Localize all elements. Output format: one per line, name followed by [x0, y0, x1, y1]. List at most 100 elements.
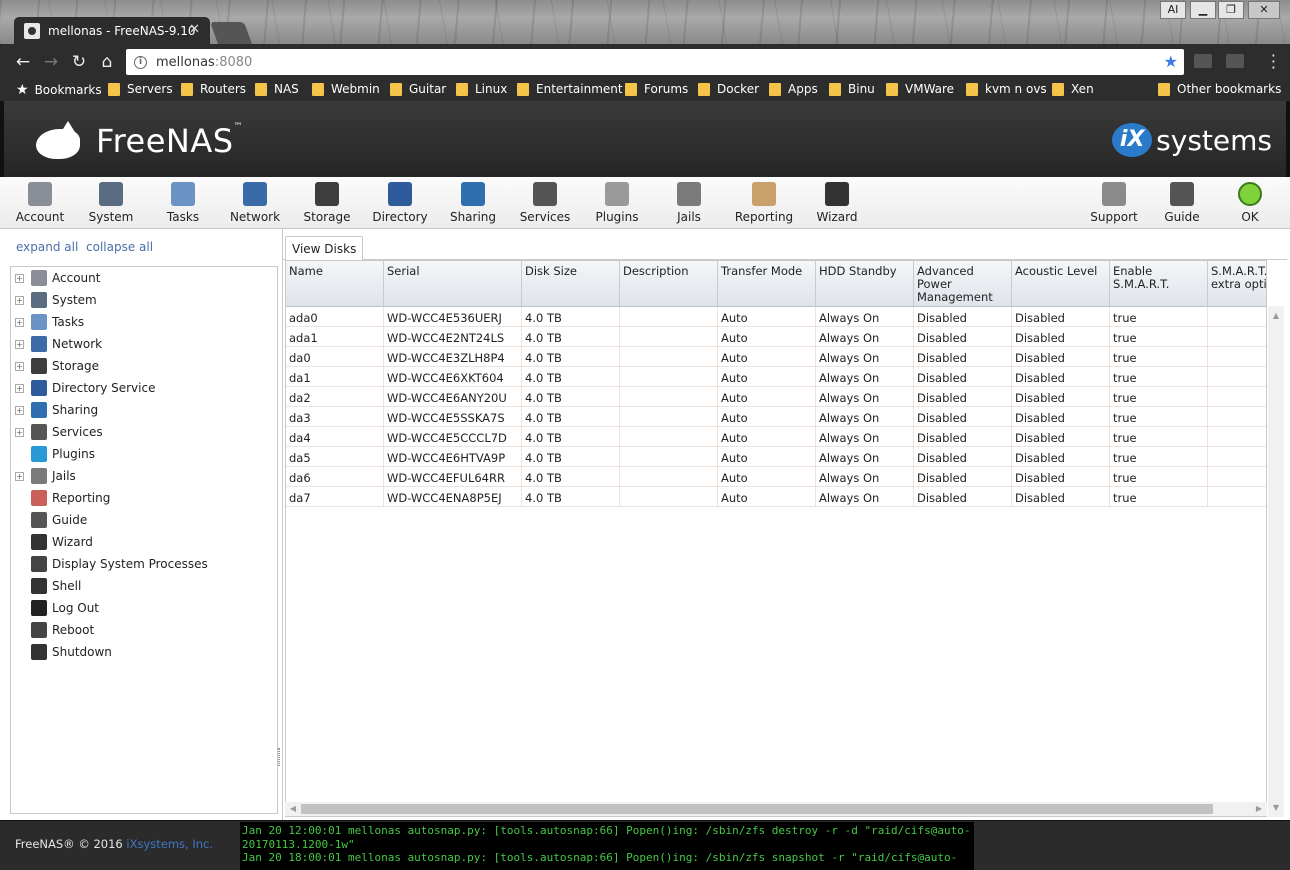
expand-plus-icon[interactable]: + — [15, 361, 24, 371]
nav-storage[interactable]: Storage — [287, 182, 367, 224]
expand-plus-icon[interactable]: + — [15, 405, 24, 415]
tree-item-guide[interactable]: Guide — [11, 510, 87, 530]
maximize-button[interactable]: ❐ — [1218, 1, 1244, 19]
tree-item-account[interactable]: + Account — [11, 268, 100, 288]
tree-item-shell[interactable]: Shell — [11, 576, 81, 596]
forward-arrow-icon[interactable]: → — [40, 52, 62, 72]
column-header[interactable]: Advanced Power Management — [914, 261, 1012, 307]
scroll-left-arrow-icon[interactable]: ◀ — [286, 802, 300, 816]
bookmark-folder[interactable]: Xen — [1052, 82, 1094, 96]
scroll-up-arrow-icon[interactable]: ▲ — [1268, 309, 1284, 323]
column-header[interactable]: Transfer Mode — [718, 261, 816, 307]
horizontal-scrollbar[interactable]: ◀ ▶ — [285, 802, 1267, 816]
table-row[interactable]: da7 WD-WCC4ENA8P5EJ 4.0 TB Auto Always On Dis… — [286, 487, 1266, 507]
tab-view-disks[interactable]: View Disks — [285, 236, 364, 261]
column-header[interactable]: Name — [286, 261, 384, 307]
table-row[interactable]: ada1 WD-WCC4E2NT24LS 4.0 TB Auto Always On Di… — [286, 327, 1266, 347]
column-header[interactable]: Disk Size — [522, 261, 620, 307]
bookmark-folder[interactable]: Entertainment — [517, 82, 623, 96]
vertical-scrollbar[interactable]: ▲ ▼ — [1268, 306, 1284, 817]
tree-item-wizard[interactable]: Wizard — [11, 532, 93, 552]
column-header[interactable]: HDD Standby — [816, 261, 914, 307]
expand-plus-icon[interactable]: + — [15, 295, 24, 305]
tree-item-jails[interactable]: + Jails — [11, 466, 76, 486]
expand-plus-icon[interactable]: + — [15, 471, 24, 481]
nav-network[interactable]: Network — [215, 182, 295, 224]
expand-plus-icon[interactable]: + — [15, 273, 24, 283]
nav-ok[interactable]: OK — [1210, 182, 1290, 224]
expand-plus-icon[interactable]: + — [15, 383, 24, 393]
column-header[interactable]: Acoustic Level — [1012, 261, 1110, 307]
company-link[interactable]: iXsystems, Inc. — [126, 837, 213, 851]
expand-plus-icon[interactable]: + — [15, 317, 24, 327]
nav-account[interactable]: Account — [0, 182, 80, 224]
tree-item-services[interactable]: + Services — [11, 422, 103, 442]
table-row[interactable]: da6 WD-WCC4EFUL64RR 4.0 TB Auto Always On Dis… — [286, 467, 1266, 487]
bookmark-folder[interactable]: Servers — [108, 82, 173, 96]
reload-icon[interactable]: ↻ — [68, 52, 90, 72]
table-row[interactable]: da4 WD-WCC4E5CCCL7D 4.0 TB Auto Always On Dis… — [286, 427, 1266, 447]
nav-tasks[interactable]: Tasks — [143, 182, 223, 224]
table-row[interactable]: da2 WD-WCC4E6ANY20U 4.0 TB Auto Always On Dis… — [286, 387, 1266, 407]
panel-splitter-handle[interactable] — [278, 748, 280, 766]
nav-system[interactable]: System — [71, 182, 151, 224]
nav-sharing[interactable]: Sharing — [433, 182, 513, 224]
scroll-right-arrow-icon[interactable]: ▶ — [1252, 802, 1266, 816]
tree-item-log-out[interactable]: Log Out — [11, 598, 99, 618]
tree-item-reporting[interactable]: Reporting — [11, 488, 110, 508]
tree-item-plugins[interactable]: Plugins — [11, 444, 95, 464]
table-row[interactable]: da0 WD-WCC4E3ZLH8P4 4.0 TB Auto Always On Dis… — [286, 347, 1266, 367]
bookmark-folder[interactable]: Webmin — [312, 82, 380, 96]
minimize-button[interactable]: ▁ — [1190, 1, 1216, 19]
expand-plus-icon[interactable]: + — [15, 339, 24, 349]
bookmark-folder[interactable]: Docker — [698, 82, 759, 96]
expand-all-link[interactable]: expand all — [16, 240, 78, 254]
tree-item-directory-service[interactable]: + Directory Service — [11, 378, 155, 398]
tree-item-display-system-processes[interactable]: Display System Processes — [11, 554, 208, 574]
address-bar[interactable]: i mellonas:8080 ★ — [126, 49, 1184, 75]
column-header[interactable]: Enable S.M.A.R.T. — [1110, 261, 1208, 307]
nav-plugins[interactable]: Plugins — [577, 182, 657, 224]
tree-item-network[interactable]: + Network — [11, 334, 102, 354]
horizontal-scroll-thumb[interactable] — [301, 804, 1213, 814]
tree-item-reboot[interactable]: Reboot — [11, 620, 94, 640]
bookmark-star-icon[interactable]: ★ — [1164, 52, 1178, 71]
browser-menu-icon[interactable]: · · · — [1271, 48, 1276, 76]
nav-reporting[interactable]: Reporting — [724, 182, 804, 224]
expand-plus-icon[interactable]: + — [15, 427, 24, 437]
bookmark-item[interactable]: ★ Bookmarks — [16, 82, 102, 98]
tree-item-tasks[interactable]: + Tasks — [11, 312, 84, 332]
tab-close-icon[interactable]: ✕ — [189, 22, 200, 37]
bookmark-folder[interactable]: Binu — [829, 82, 875, 96]
bookmark-folder[interactable]: Routers — [181, 82, 246, 96]
nav-jails[interactable]: Jails — [649, 182, 729, 224]
table-row[interactable]: ada0 WD-WCC4E536UERJ 4.0 TB Auto Always On Di… — [286, 307, 1266, 327]
tree-item-system[interactable]: + System — [11, 290, 97, 310]
bookmark-folder[interactable]: Forums — [625, 82, 688, 96]
close-window-button[interactable]: ✕ — [1248, 1, 1280, 19]
column-header[interactable]: Serial — [384, 261, 522, 307]
bookmark-folder[interactable]: Apps — [769, 82, 818, 96]
nav-services[interactable]: Services — [505, 182, 585, 224]
bookmark-folder[interactable]: kvm n ovs — [966, 82, 1047, 96]
column-header[interactable]: S.M.A.R.T. extra opti — [1208, 261, 1266, 307]
collapse-all-link[interactable]: collapse all — [86, 240, 153, 254]
bookmark-folder[interactable]: VMWare — [886, 82, 954, 96]
browser-tab-active[interactable]: mellonas - FreeNAS-9.10 ✕ — [14, 17, 210, 44]
nav-wizard[interactable]: Wizard — [797, 182, 877, 224]
tree-item-sharing[interactable]: + Sharing — [11, 400, 98, 420]
table-row[interactable]: da3 WD-WCC4E5SSKA7S 4.0 TB Auto Always On Dis… — [286, 407, 1266, 427]
site-info-icon[interactable]: i — [134, 55, 147, 69]
table-row[interactable]: da1 WD-WCC4E6XKT604 4.0 TB Auto Always On Dis… — [286, 367, 1266, 387]
nav-directory[interactable]: Directory — [360, 182, 440, 224]
tree-item-shutdown[interactable]: Shutdown — [11, 642, 112, 662]
scroll-down-arrow-icon[interactable]: ▼ — [1268, 801, 1284, 815]
pdf-extension-icon[interactable] — [1226, 54, 1244, 68]
bookmark-folder[interactable]: NAS — [255, 82, 299, 96]
home-icon[interactable]: ⌂ — [96, 52, 118, 72]
bookmark-folder[interactable]: Linux — [456, 82, 507, 96]
other-bookmarks-folder[interactable]: Other bookmarks — [1158, 82, 1281, 96]
cast-extension-icon[interactable] — [1194, 54, 1212, 68]
profile-button[interactable]: AI — [1160, 1, 1186, 19]
bookmark-folder[interactable]: Guitar — [390, 82, 446, 96]
